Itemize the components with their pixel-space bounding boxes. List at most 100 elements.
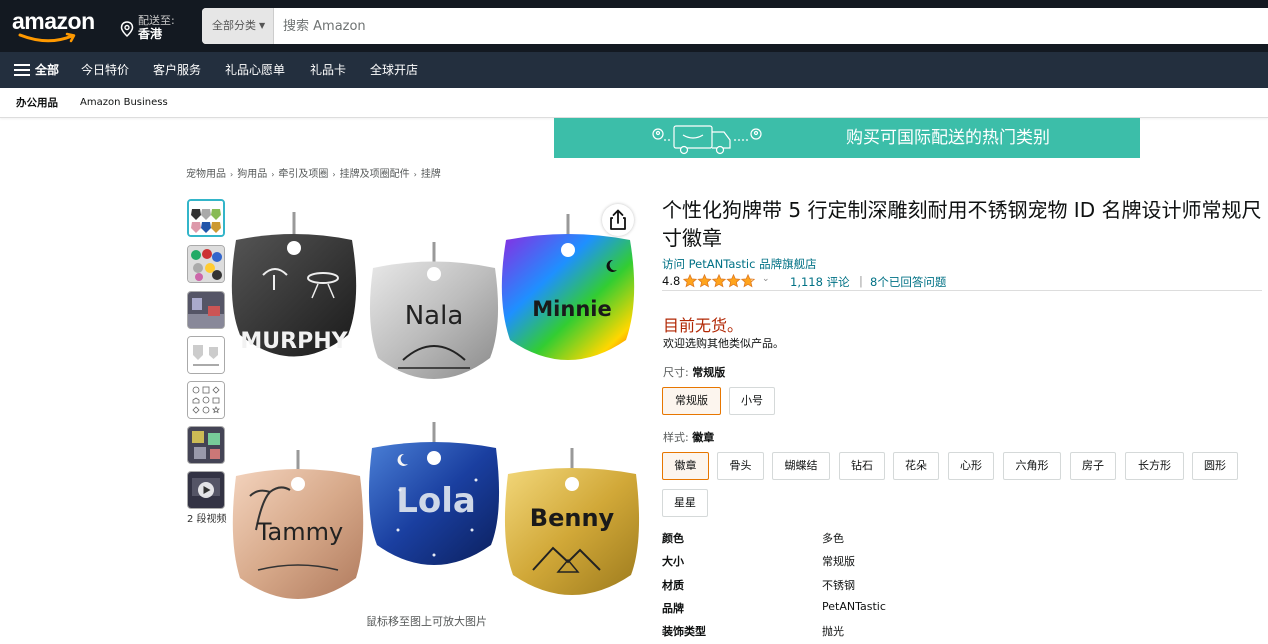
tag-nala: Nala [369,242,499,379]
breadcrumb-item[interactable]: 挂牌及项圈配件 [340,169,410,180]
breadcrumb-item[interactable]: 宠物用品 [186,169,226,180]
spec-value: 多色 [822,532,844,545]
svg-text:Nala: Nala [405,301,464,331]
spec-value: 不锈钢 [822,579,855,592]
tags-lifestyle-thumb-icon [188,292,224,328]
availability-status: 目前无货。 [663,316,744,335]
style-chip-hexagon[interactable]: 六角形 [1003,452,1061,480]
subnav-item-office[interactable]: 办公用品 [16,88,58,118]
amazon-logo[interactable]: amazon [12,8,95,35]
breadcrumb-item[interactable]: 狗用品 [237,169,267,180]
tags-collage-thumb-icon [189,201,223,235]
brand-store-link[interactable]: 访问 PetANTastic 品牌旗舰店 [662,256,817,272]
thumbnail-tags-collage[interactable] [187,199,225,237]
size-option-label: 尺寸: 常规版 [663,364,725,380]
style-chip-badge[interactable]: 徽章 [662,452,709,480]
style-chip-rectangle[interactable]: 长方形 [1125,452,1184,480]
shipping-banner[interactable]: 购买可国际配送的热门类别 [554,118,1140,158]
location-pin-icon [120,21,134,37]
divider [662,290,1262,291]
banner-text: 购买可国际配送的热门类别 [846,128,1050,148]
thumbnail-tags-colors[interactable] [187,245,225,283]
style-chip-circle[interactable]: 圆形 [1192,452,1238,480]
thumbnail-video[interactable] [187,471,225,509]
size-selected-value: 常规版 [692,366,726,379]
style-chip-house[interactable]: 房子 [1070,452,1116,480]
subnav-item-business[interactable]: Amazon Business [80,88,168,118]
share-icon [610,209,626,230]
amazon-smile-logo-icon [18,32,76,43]
nav-item-customer-service[interactable]: 客户服务 [153,52,201,88]
star-rating-icon[interactable] [683,274,757,288]
svg-text:MURPHY: MURPHY [240,329,348,354]
video-count-label[interactable]: 2 段视频 [187,510,227,525]
size-label-text: 尺寸: [663,366,689,379]
star-icon [683,274,698,288]
delivery-truck-icon [652,125,762,155]
thumbnail-size-chart[interactable] [187,336,225,374]
video-thumb-icon [188,472,224,508]
star-icon [726,274,741,288]
chevron-right-icon: › [230,170,234,179]
chevron-right-icon: › [271,170,275,179]
product-title: 个性化狗牌带 5 行定制深雕刻耐用不锈钢宠物 ID 名牌设计师常规尺寸徽章 [662,198,1262,250]
svg-text:Minnie: Minnie [532,297,611,321]
style-chip-heart[interactable]: 心形 [948,452,994,480]
tag-benny: Benny [504,448,640,595]
star-icon [711,274,727,288]
style-chip-flower[interactable]: 花朵 [893,452,939,480]
style-option-label: 样式: 徽章 [663,429,714,445]
browse-similar-text: 欢迎选购其他类似产品。 [663,337,784,350]
nav-all-menu[interactable]: 全部 [35,52,59,88]
chevron-right-icon: › [332,170,336,179]
style-selected-value: 徽章 [692,431,715,444]
thumbnail-shapes-chart[interactable] [187,381,225,419]
style-chip-bone[interactable]: 骨头 [717,452,764,480]
main-nav-bar: 全部 今日特价 客户服务 礼品心愿单 礼品卡 全球开店 [0,52,1268,88]
shapes-chart-thumb-icon [188,382,224,418]
rating-separator: | [859,274,863,288]
zoom-hint-text: 鼠标移至图上可放大图片 [366,615,487,628]
svg-text:Tammy: Tammy [256,518,343,546]
product-main-image[interactable]: MURPHY Nala Minnie Tammy Lola Benny [228,200,648,610]
answered-questions-link[interactable]: 8个已回答问题 [870,274,946,290]
spec-key: 材质 [662,579,684,592]
search-bar: 全部分类 ▼ [202,8,1268,44]
tag-murphy: MURPHY [231,212,357,357]
chevron-right-icon: › [413,170,417,179]
spec-key: 颜色 [662,532,684,545]
thumbnail-lifestyle[interactable] [187,291,225,329]
reviews-link[interactable]: 1,118 评论 [790,274,850,290]
breadcrumb-item[interactable]: 挂牌 [421,169,441,180]
size-chip-small[interactable]: 小号 [729,387,775,415]
search-input[interactable] [275,8,1255,44]
spec-key: 品牌 [662,602,684,615]
chevron-down-icon[interactable]: ⌄ [762,274,770,284]
svg-text:Benny: Benny [530,504,615,532]
breadcrumb-item[interactable]: 牵引及项圈 [278,169,328,180]
style-chip-bow[interactable]: 蝴蝶结 [772,452,830,480]
breadcrumb: 宠物用品 › 狗用品 › 牵引及项圈 › 挂牌及项圈配件 › 挂牌 [186,165,441,180]
nav-item-sell[interactable]: 全球开店 [370,52,418,88]
search-category-dropdown[interactable]: 全部分类 ▼ [202,8,274,44]
tag-tammy: Tammy [232,450,364,599]
spec-key: 装饰类型 [662,625,706,638]
caret-down-icon: ▼ [259,21,266,30]
rating-value: 4.8 [662,274,681,288]
search-category-label: 全部分类 [212,19,256,32]
hamburger-menu-icon[interactable] [14,64,30,76]
spec-value: 常规版 [822,555,855,568]
nav-item-registry[interactable]: 礼品心愿单 [225,52,285,88]
thumbnail-engraving[interactable] [187,426,225,464]
nav-item-gift-cards[interactable]: 礼品卡 [310,52,346,88]
share-button[interactable] [602,204,634,236]
deliver-to-region: 香港 [138,27,163,41]
style-chip-star[interactable]: 星星 [662,489,708,517]
sub-nav-bar: 办公用品 Amazon Business [0,88,1268,118]
nav-item-deals[interactable]: 今日特价 [81,52,129,88]
spec-key: 大小 [662,555,684,568]
size-chip-regular[interactable]: 常规版 [662,387,721,415]
top-nav-bar: amazon 配送至: 香港 全部分类 ▼ [0,0,1268,52]
engraving-thumb-icon [188,427,224,463]
style-chip-diamond[interactable]: 钻石 [839,452,885,480]
